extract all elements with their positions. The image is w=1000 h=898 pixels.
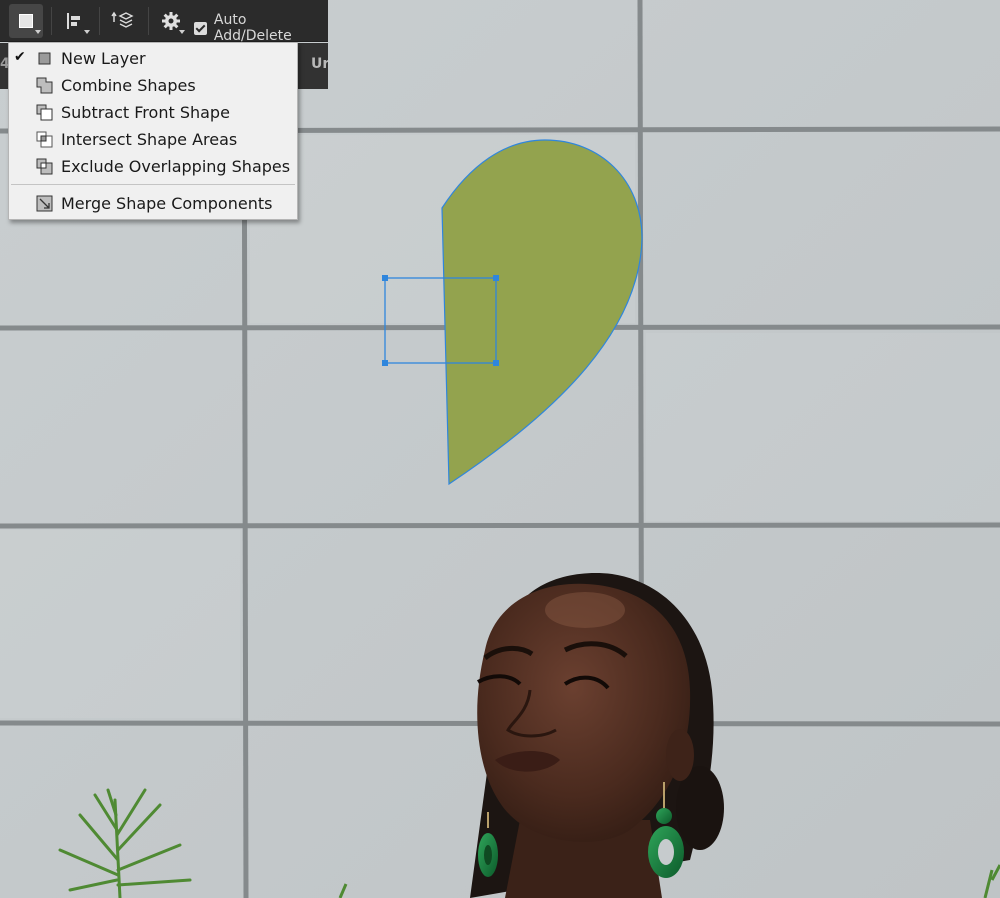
path-operations-menu: ✔ New Layer Combine Shapes Subtract Fron…: [8, 42, 298, 220]
intersect-shape-areas-icon: [35, 130, 55, 150]
menu-divider: [11, 184, 295, 185]
menu-item-merge-shape-components[interactable]: Merge Shape Components: [9, 190, 297, 217]
auto-add-delete-label: Auto Add/Delete: [213, 12, 292, 44]
checkbox-checked-icon[interactable]: [194, 21, 207, 35]
menu-item-subtract-front-shape[interactable]: Subtract Front Shape: [9, 99, 297, 126]
menu-item-intersect-shape-areas[interactable]: Intersect Shape Areas: [9, 126, 297, 153]
anchor-point[interactable]: [382, 275, 388, 281]
path-arrangement-button[interactable]: [105, 4, 141, 38]
path-alignment-icon: [67, 13, 80, 29]
path-alignment-button[interactable]: [58, 4, 92, 38]
menu-item-exclude-overlapping-shapes[interactable]: Exclude Overlapping Shapes: [9, 153, 297, 180]
path-operations-button[interactable]: [9, 4, 43, 38]
exclude-overlapping-shapes-icon: [35, 157, 55, 177]
anchor-point[interactable]: [493, 360, 499, 366]
anchor-point[interactable]: [493, 275, 499, 281]
subtract-front-shape-icon: [35, 103, 55, 123]
combine-shapes-icon: [35, 76, 55, 96]
merge-shape-components-icon: [35, 194, 55, 214]
checkmark-icon: ✔: [14, 49, 26, 65]
document-tab-fragment[interactable]: Ur: [311, 56, 328, 72]
path-arrangement-icon: [111, 11, 134, 28]
menu-item-new-layer[interactable]: ✔ New Layer: [9, 45, 297, 72]
path-options-button[interactable]: [155, 4, 187, 38]
anchor-point[interactable]: [382, 360, 388, 366]
options-bar: Auto Add/Delete: [0, 0, 328, 44]
auto-add-delete-checkbox[interactable]: Auto Add/Delete: [194, 12, 328, 44]
new-layer-icon: [35, 49, 55, 69]
menu-item-combine-shapes[interactable]: Combine Shapes: [9, 72, 297, 99]
gear-icon: [162, 12, 180, 30]
square-shape-icon: [19, 14, 33, 28]
